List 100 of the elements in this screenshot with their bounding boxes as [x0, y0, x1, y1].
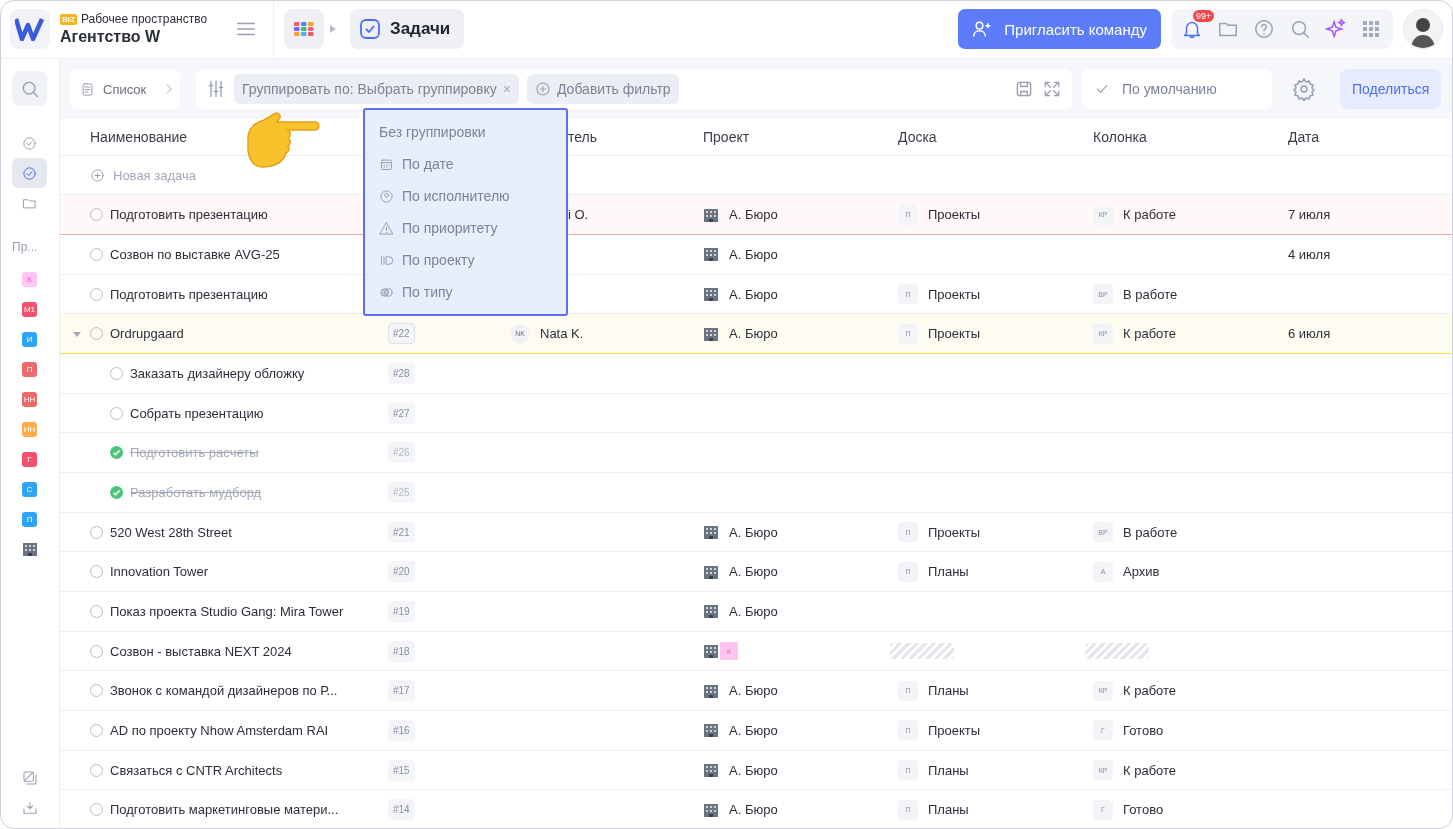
tasks-tab[interactable]: Задачи: [350, 9, 465, 49]
task-name[interactable]: Заказать дизайнеру обложку: [130, 365, 305, 381]
task-number: #28: [388, 362, 415, 384]
menu-item[interactable]: Без группировки: [379, 116, 566, 148]
plus-circle-icon: [90, 167, 105, 183]
list-icon: [80, 81, 95, 97]
task-name[interactable]: Подготовить презентацию: [110, 286, 268, 302]
sparkle-icon[interactable]: [1325, 18, 1347, 40]
assignee-name: Nata K.: [540, 326, 584, 342]
task-name[interactable]: Подготовить маркетинговые матери...: [110, 802, 339, 818]
group-by-chip[interactable]: Группировать по: Выбрать группировку ×: [234, 74, 519, 104]
invite-team-button[interactable]: Пригласить команду: [958, 9, 1161, 49]
menu-item[interactable]: По приоритету: [379, 212, 566, 244]
notification-count: 99+: [1193, 10, 1215, 22]
task-name[interactable]: Ordrupgaard: [110, 326, 184, 342]
workspace-name[interactable]: Агентство W: [60, 28, 225, 46]
check-circle-icon: [22, 135, 37, 151]
due-date: 4 июля: [1288, 246, 1332, 262]
building-icon: [703, 682, 719, 699]
task-name[interactable]: AD по проекту Nhow Amsterdam RAI: [110, 722, 329, 738]
task-number: #20: [388, 561, 415, 583]
column-header[interactable]: Дата: [1288, 128, 1453, 145]
assignee-name: i O.: [568, 207, 589, 223]
board-name: Проекты: [928, 207, 981, 223]
task-number: #19: [388, 600, 415, 622]
task-name[interactable]: Созвон по выставке AVG-25: [110, 246, 280, 262]
project-name: А. Бюро: [729, 246, 778, 262]
column-name: В работе: [1123, 524, 1178, 540]
caret-icon: [330, 25, 336, 33]
share-button[interactable]: Поделиться: [1340, 69, 1442, 109]
menu-item[interactable]: По дате: [379, 148, 566, 180]
project-badge[interactable]: С: [22, 481, 37, 497]
board-name: Планы: [928, 564, 969, 580]
settings-icon[interactable]: [1292, 77, 1316, 101]
task-name[interactable]: Созвон - выставка NEXT 2024: [110, 643, 292, 659]
task-number: #26: [388, 442, 415, 464]
project-badge[interactable]: НН: [22, 391, 37, 407]
project-name: А. Бюро: [729, 207, 778, 223]
project-name: А. Бюро: [729, 564, 778, 580]
check-circle-icon: [22, 165, 37, 181]
task-number: #17: [388, 680, 415, 702]
board-name: Планы: [928, 802, 969, 818]
view-dropdown[interactable]: Список: [70, 69, 180, 109]
plan-badge: BIZ: [60, 13, 77, 25]
menu-item[interactable]: По проекту: [379, 244, 566, 276]
project-badge[interactable]: П: [22, 511, 37, 527]
task-name[interactable]: Показ проекта Studio Gang: Mira Tower: [110, 603, 344, 619]
task-name[interactable]: 520 West 28th Street: [110, 524, 232, 540]
inbox-icon[interactable]: [21, 800, 38, 816]
add-filter-button[interactable]: Добавить фильтр: [526, 74, 679, 104]
sidebar-item[interactable]: [12, 158, 47, 188]
logo-icon[interactable]: [10, 9, 50, 49]
board-name: Планы: [928, 683, 969, 699]
save-icon[interactable]: [1014, 79, 1034, 99]
done-checkbox[interactable]: [110, 446, 123, 460]
help-icon[interactable]: [1253, 18, 1275, 40]
project-badge[interactable]: П: [22, 361, 37, 377]
task-name[interactable]: Innovation Tower: [110, 564, 209, 580]
column-header[interactable]: Проект: [703, 128, 898, 145]
search-button[interactable]: [12, 71, 47, 106]
apps-button[interactable]: [284, 9, 324, 49]
due-date: 7 июля: [1288, 207, 1332, 223]
search-icon[interactable]: [1289, 18, 1311, 40]
task-number: #27: [388, 402, 415, 424]
workspace-caption: Рабочее пространство: [80, 12, 208, 26]
layers-icon[interactable]: [21, 770, 38, 786]
apps-grid-icon[interactable]: [1361, 19, 1381, 39]
board-name: Проекты: [928, 326, 981, 342]
loading-placeholder: [1085, 643, 1149, 660]
column-header[interactable]: Колонка: [1093, 128, 1288, 145]
project-name: А. Бюро: [729, 762, 778, 778]
preset-selector[interactable]: По умолчанию: [1082, 69, 1272, 109]
user-avatar[interactable]: [1403, 9, 1443, 49]
warning-icon: [379, 220, 394, 236]
column-header[interactable]: Доска: [898, 128, 1093, 145]
building-icon: [703, 762, 719, 779]
building-icon: [703, 206, 719, 223]
task-name[interactable]: Связаться с CNTR Architects: [110, 762, 283, 778]
task-number: #16: [388, 719, 415, 741]
sliders-icon[interactable]: [206, 79, 226, 99]
building-icon: [703, 246, 719, 263]
project-name: А. Бюро: [729, 326, 778, 342]
color-grid-icon: [294, 22, 314, 36]
done-checkbox[interactable]: [110, 485, 123, 499]
menu-item[interactable]: По исполнителю: [379, 180, 566, 212]
project-badge[interactable]: И: [22, 331, 37, 347]
expand-icon[interactable]: [1042, 79, 1062, 99]
building-icon: [703, 643, 719, 660]
menu-item[interactable]: По типу: [379, 276, 566, 308]
board-name: Планы: [928, 762, 969, 778]
due-date: 6 июля: [1288, 326, 1332, 342]
task-name[interactable]: Подготовить презентацию: [110, 207, 268, 223]
task-name[interactable]: Звонок с командой дизайнеров по Р...: [110, 683, 338, 699]
person-plus-icon: [972, 19, 993, 39]
task-name[interactable]: Собрать презентацию: [130, 405, 264, 421]
task-number: #14: [388, 799, 415, 821]
loading-placeholder: [890, 643, 954, 660]
column-name: В работе: [1123, 286, 1178, 302]
project-badge[interactable]: Г: [22, 451, 37, 467]
project-badge[interactable]: М1: [22, 301, 37, 317]
